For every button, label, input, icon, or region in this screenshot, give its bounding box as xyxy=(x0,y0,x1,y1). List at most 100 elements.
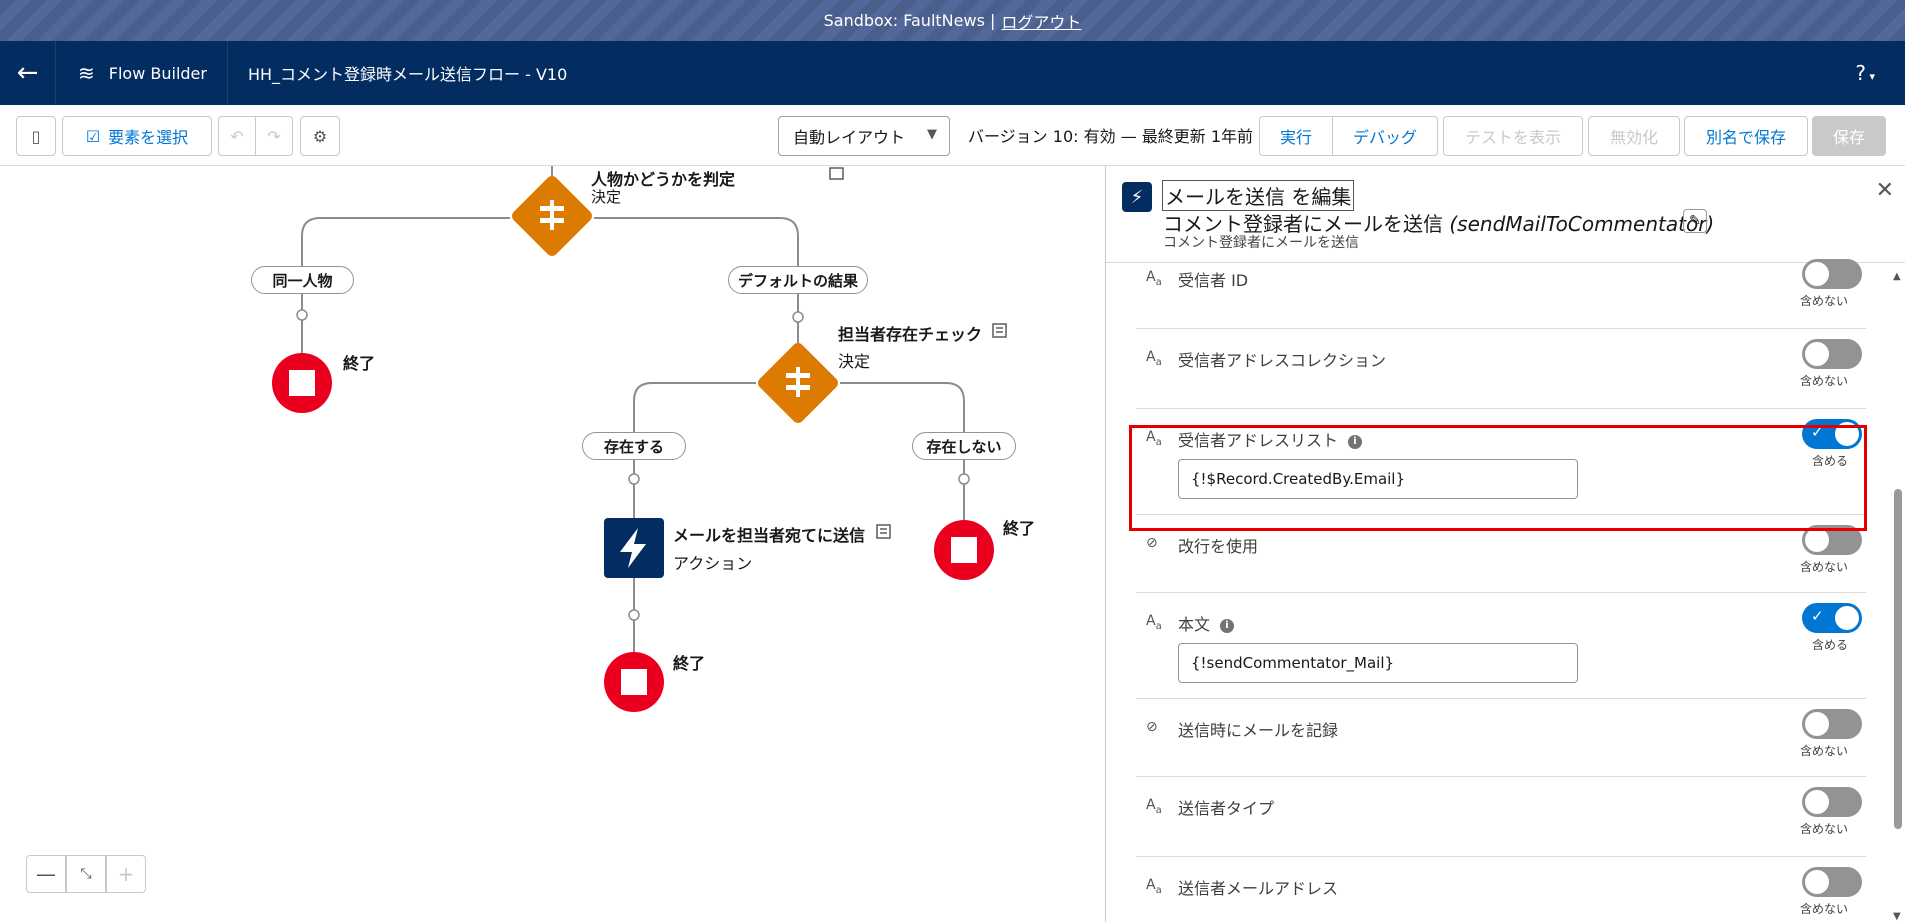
param-label: 送信者タイプ xyxy=(1178,799,1275,818)
highlight-box xyxy=(1129,425,1867,531)
back-arrow-icon: ← xyxy=(16,58,39,88)
debug-button[interactable]: デバッグ xyxy=(1332,116,1438,156)
end1-label: 終了 xyxy=(343,354,376,373)
connector-dot xyxy=(958,473,970,485)
toggle-sidebar-button[interactable]: ▯ xyxy=(16,116,56,156)
zoom-in-button[interactable]: + xyxy=(106,855,146,893)
gear-icon: ⚙ xyxy=(312,126,328,146)
text-type-icon: Aa xyxy=(1146,877,1162,896)
decision-node-1 xyxy=(512,176,592,256)
include-toggle[interactable] xyxy=(1802,259,1862,289)
version-status: バージョン 10: 有効 — 最終更新 1年前 xyxy=(968,127,1254,146)
include-toggle[interactable] xyxy=(1802,867,1862,897)
show-tests-label: テストを表示 xyxy=(1464,128,1561,147)
scroll-thumb[interactable] xyxy=(1894,489,1902,829)
param-label: 受信者アドレスコレクション xyxy=(1178,351,1387,370)
include-toggle[interactable]: ✓ xyxy=(1802,603,1862,633)
toggle-status: 含める xyxy=(1811,638,1848,652)
toggle-status: 含めない xyxy=(1799,294,1848,308)
panel-scrollbar[interactable]: ▲ ▼ xyxy=(1891,263,1905,922)
branch-default-outcome[interactable]: デフォルトの結果 xyxy=(728,266,868,294)
run-button[interactable]: 実行 xyxy=(1259,116,1333,156)
redo-icon: ↷ xyxy=(267,126,281,146)
branch-not-exists[interactable]: 存在しない xyxy=(912,432,1016,460)
help-icon: ? xyxy=(1855,61,1866,85)
layout-select[interactable]: 自動レイアウト ▼ xyxy=(778,116,950,156)
include-toggle[interactable] xyxy=(1802,709,1862,739)
show-tests-button[interactable]: テストを表示 xyxy=(1443,116,1583,156)
logout-link[interactable]: ログアウト xyxy=(1001,9,1081,33)
sandbox-text: Sandbox: FaultNews | xyxy=(823,11,996,30)
deactivate-button[interactable]: 無効化 xyxy=(1588,116,1680,156)
include-toggle[interactable] xyxy=(1802,787,1862,817)
app-header: ← ≋ Flow Builder HH_コメント登録時メール送信フロー - V1… xyxy=(0,41,1905,105)
flow-logo-icon: ≋ xyxy=(78,61,95,85)
sidebar-icon: ▯ xyxy=(31,126,41,146)
decision2-type: 決定 xyxy=(838,352,871,371)
shrink-icon: ⤡ xyxy=(80,866,92,882)
param-label: 送信者メールアドレス xyxy=(1178,879,1339,898)
sandbox-banner: Sandbox: FaultNews | ログアウト xyxy=(0,0,1905,41)
save-as-label: 別名で保存 xyxy=(1705,128,1786,147)
action-lightning-icon: ⚡ xyxy=(1122,182,1152,212)
zoom-out-button[interactable]: — xyxy=(26,855,66,893)
connector-dot xyxy=(628,609,640,621)
back-button[interactable]: ← xyxy=(0,41,56,105)
scroll-up-icon: ▲ xyxy=(1893,271,1901,282)
action-label: メールを担当者宛てに送信 xyxy=(673,526,866,545)
action-type: アクション xyxy=(673,554,753,573)
end3-label: 終了 xyxy=(673,654,706,673)
param-label: 改行を使用 xyxy=(1178,537,1259,556)
text-type-icon: Aa xyxy=(1146,797,1162,816)
save-as-button[interactable]: 別名で保存 xyxy=(1684,116,1808,156)
info-icon[interactable]: i xyxy=(1220,618,1235,633)
properties-panel: ⚡ メールを送信 を編集 コメント登録者にメールを送信 (sendMailToC… xyxy=(1105,166,1905,922)
zoom-controls: — ⤡ + xyxy=(26,855,146,893)
param-value-input[interactable]: {!sendCommentator_Mail} xyxy=(1178,643,1578,683)
text-type-icon: Aa xyxy=(1146,349,1162,368)
param-label: 本文 i xyxy=(1178,611,1235,635)
boolean-type-icon: ⊘ xyxy=(1146,719,1158,735)
check-icon: ✓ xyxy=(1811,607,1824,625)
flow-title: HH_コメント登録時メール送信フロー - V10 xyxy=(247,65,568,84)
decision-node-2 xyxy=(758,343,838,423)
save-button[interactable]: 保存 xyxy=(1812,116,1886,156)
param-row-body: Aa 本文 i {!sendCommentator_Mail} ✓ 含める xyxy=(1136,593,1866,699)
param-label-text: 本文 xyxy=(1178,615,1211,634)
element-api-name: (sendMailToCommentator) xyxy=(1449,212,1715,236)
branch-exists[interactable]: 存在する xyxy=(582,432,686,460)
layout-select-value: 自動レイアウト xyxy=(793,128,906,147)
toggle-status: 含めない xyxy=(1799,560,1848,574)
redo-button[interactable]: ↷ xyxy=(255,116,293,156)
flow-canvas[interactable]: 人物かどうかを判定 決定 同一人物 デフォルトの結果 終了 担当者存在チェック … xyxy=(0,166,1105,922)
branch-same-person[interactable]: 同一人物 xyxy=(251,266,354,294)
run-label: 実行 xyxy=(1279,128,1312,147)
fit-view-button[interactable]: ⤡ xyxy=(66,855,106,893)
param-row-sender-email: Aa 送信者メールアドレス 含めない xyxy=(1136,857,1866,922)
toggle-status: 含めない xyxy=(1799,374,1848,388)
settings-button[interactable]: ⚙ xyxy=(300,116,340,156)
toggle-status: 含めない xyxy=(1799,744,1848,758)
edit-properties-button[interactable]: ✎ xyxy=(1683,209,1707,233)
param-row-log-email: ⊘ 送信時にメールを記録 含めない xyxy=(1136,699,1866,777)
param-label: 受信者 ID xyxy=(1178,271,1249,290)
app-brand: ≋ Flow Builder xyxy=(56,41,228,105)
end-node-3 xyxy=(604,652,664,712)
param-row-recipient-address-collection: Aa 受信者アドレスコレクション 含めない xyxy=(1136,329,1866,409)
select-elements-icon: ☑ xyxy=(85,126,101,146)
debug-label: デバッグ xyxy=(1352,128,1417,147)
close-panel-button[interactable]: ✕ xyxy=(1876,178,1894,203)
select-elements-button[interactable]: ☑ 要素を選択 xyxy=(62,116,212,156)
decision1-type: 決定 xyxy=(591,188,622,206)
help-button[interactable]: ? ▾ xyxy=(1855,61,1875,85)
include-toggle[interactable] xyxy=(1802,339,1862,369)
select-elements-label: 要素を選択 xyxy=(108,128,189,147)
deactivate-label: 無効化 xyxy=(1609,128,1658,147)
connector-dot xyxy=(792,311,804,323)
undo-button[interactable]: ↶ xyxy=(218,116,256,156)
param-row-sender-type: Aa 送信者タイプ 含めない xyxy=(1136,777,1866,857)
close-icon: ✕ xyxy=(1875,178,1894,203)
plus-icon: + xyxy=(117,862,135,886)
connector-dot xyxy=(628,473,640,485)
action-node xyxy=(604,518,664,578)
